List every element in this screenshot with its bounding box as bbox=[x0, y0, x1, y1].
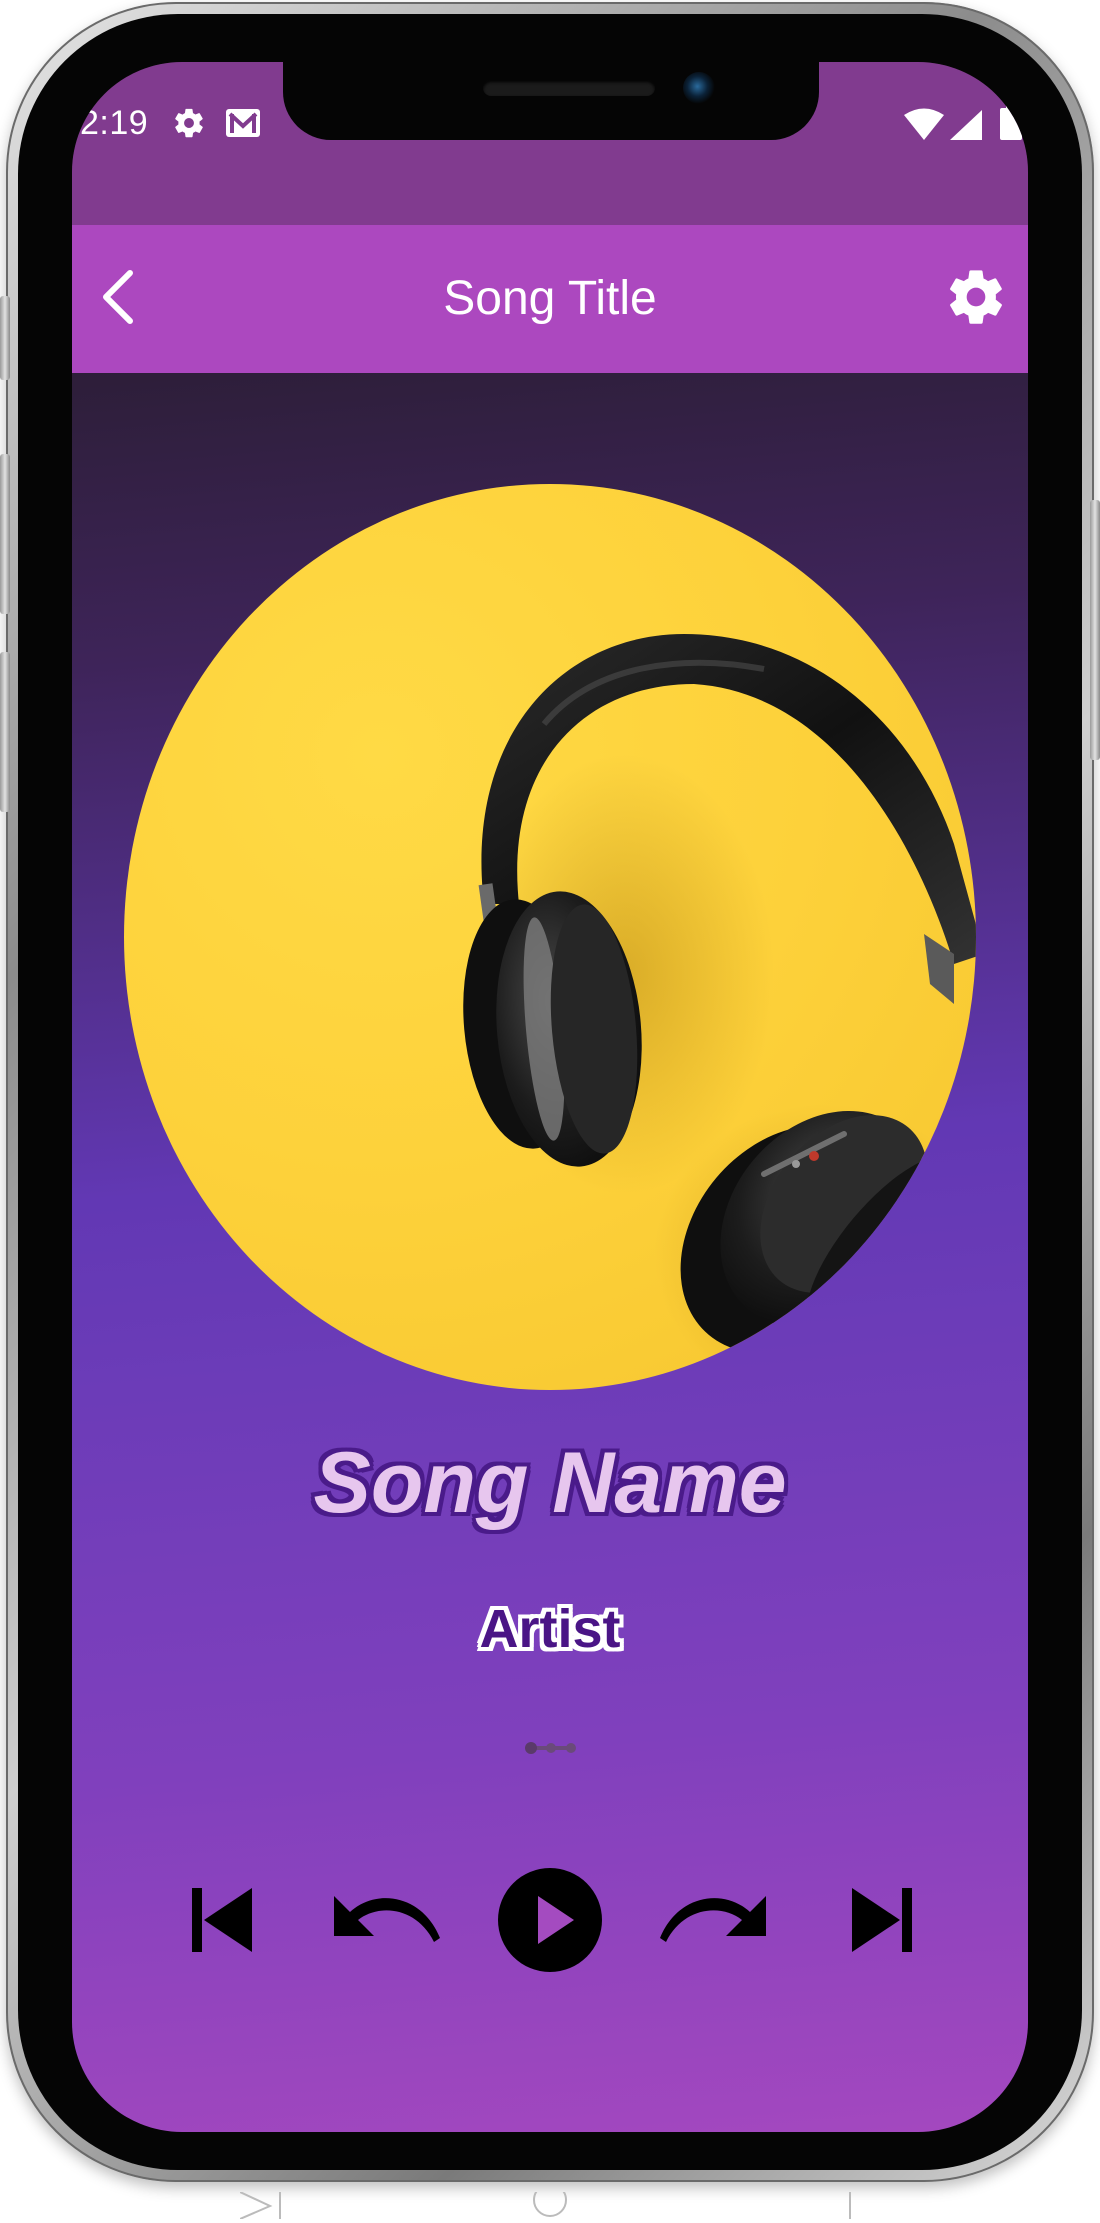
song-name: Song Name bbox=[313, 1435, 787, 1531]
skip-next-button[interactable] bbox=[846, 1884, 916, 1956]
gmail-icon bbox=[224, 106, 262, 144]
phone-screen: 2:19 Song Title Song Name Artist bbox=[72, 62, 1028, 2132]
phone-notch bbox=[283, 62, 819, 140]
settings-button[interactable] bbox=[944, 265, 1008, 329]
phone-bottom-edge bbox=[239, 2183, 860, 2220]
wifi-icon bbox=[904, 108, 944, 144]
page-title: Song Title bbox=[443, 272, 657, 325]
rewind-button[interactable] bbox=[330, 1890, 440, 1950]
signal-icon bbox=[950, 110, 982, 144]
skip-previous-icon bbox=[192, 1888, 252, 1952]
fast-forward-button[interactable] bbox=[660, 1890, 770, 1950]
fast-forward-icon bbox=[660, 1896, 766, 1942]
progress-thumb bbox=[525, 1742, 537, 1754]
status-time: 2:19 bbox=[80, 104, 149, 142]
phone-volume-down-button bbox=[0, 652, 10, 812]
play-icon bbox=[498, 1868, 602, 1972]
play-button[interactable] bbox=[498, 1868, 602, 1972]
app-bar: Song Title bbox=[72, 225, 1028, 373]
phone-power-button bbox=[1090, 500, 1100, 760]
phone-silent-switch bbox=[0, 296, 10, 380]
album-art bbox=[124, 484, 976, 1390]
rewind-icon bbox=[334, 1896, 440, 1942]
skip-previous-button[interactable] bbox=[188, 1884, 258, 1956]
headphones-image bbox=[463, 634, 976, 1390]
battery-icon bbox=[1000, 104, 1022, 144]
artist-name: Artist bbox=[479, 1599, 621, 1659]
front-camera bbox=[683, 72, 715, 104]
earpiece-speaker bbox=[483, 80, 655, 96]
settings-icon bbox=[172, 106, 206, 144]
gear-icon bbox=[950, 270, 1002, 324]
progress-slider[interactable] bbox=[525, 1740, 577, 1756]
phone-volume-up-button bbox=[0, 454, 10, 614]
skip-next-icon bbox=[852, 1888, 912, 1952]
